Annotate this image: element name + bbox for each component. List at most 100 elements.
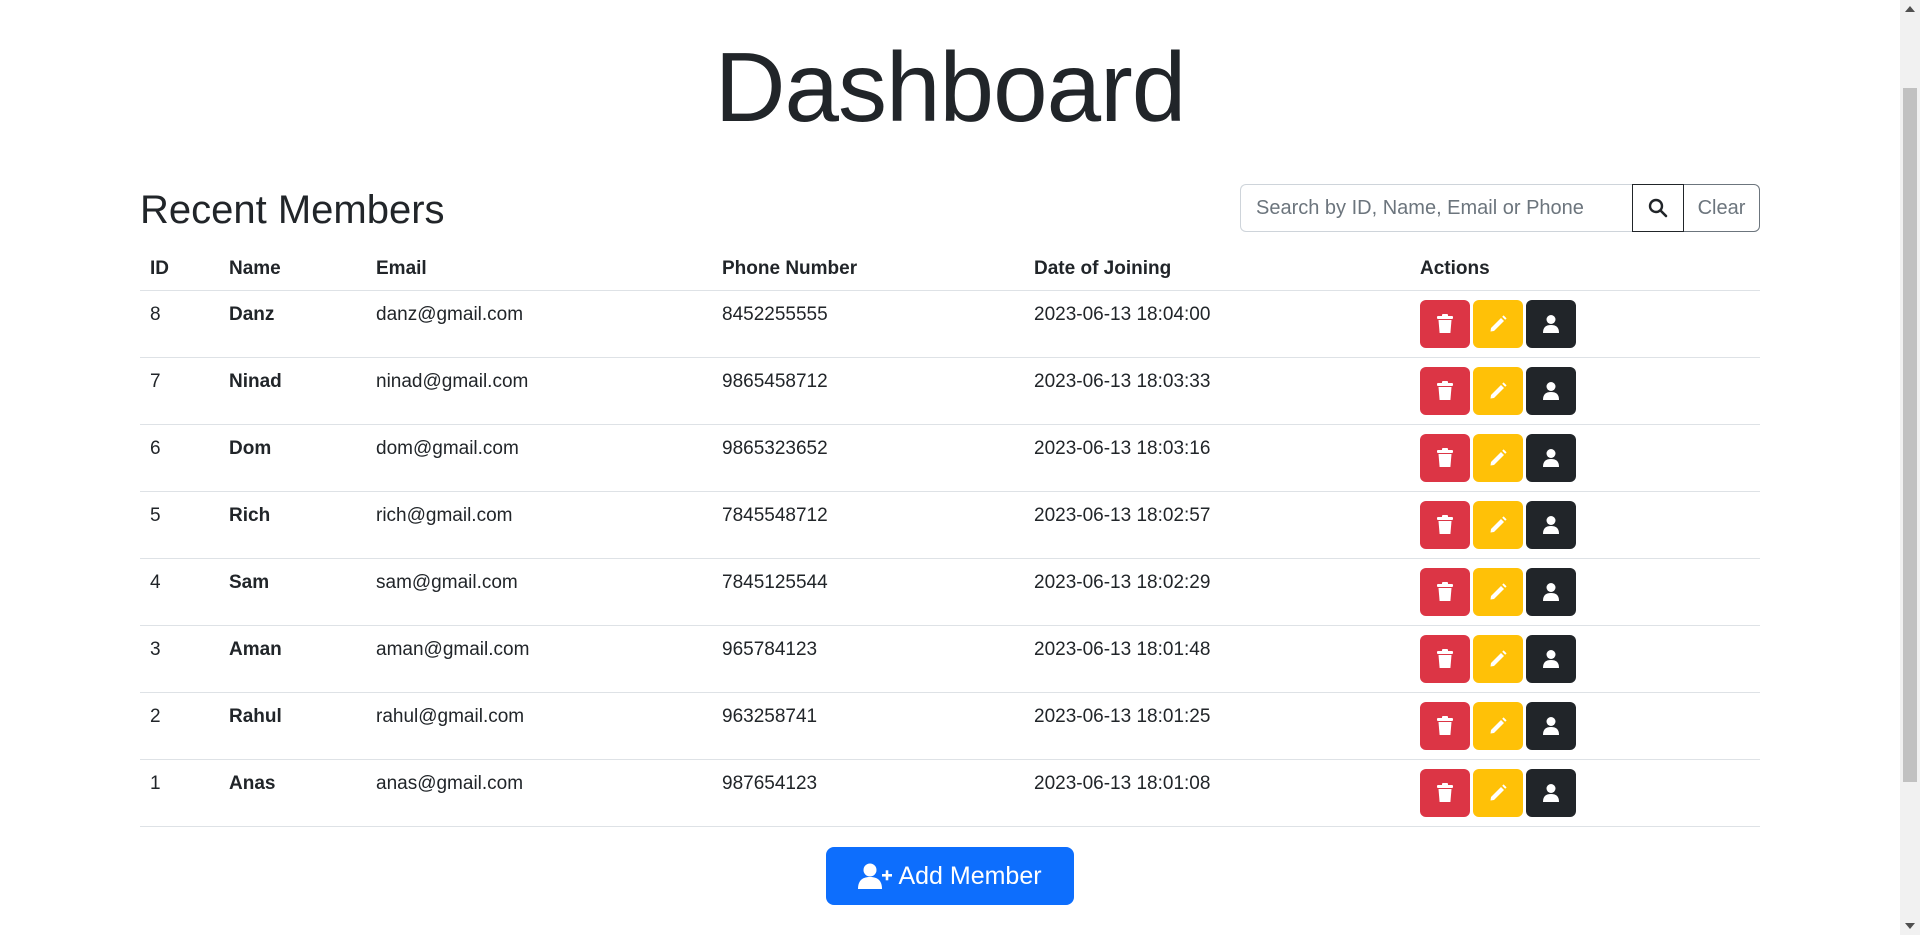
cell-phone: 963258741	[712, 692, 1024, 760]
trash-icon	[1436, 716, 1454, 736]
table-row: 8 Danz danz@gmail.com 8452255555 2023-06-13 …	[140, 290, 1760, 358]
table-row: 6 Dom dom@gmail.com 9865323652 2023-06-13 18…	[140, 424, 1760, 492]
cell-id: 1	[140, 759, 219, 827]
clear-button[interactable]: Clear	[1684, 184, 1760, 232]
add-member-label: Add Member	[898, 861, 1042, 890]
scroll-up-arrow-icon[interactable]	[1905, 6, 1915, 12]
trash-icon	[1436, 448, 1454, 468]
user-icon	[1542, 649, 1560, 669]
cell-name: Danz	[219, 290, 366, 358]
cell-email: rich@gmail.com	[366, 491, 712, 559]
header-phone: Phone Number	[712, 248, 1024, 291]
header-date: Date of Joining	[1024, 248, 1410, 291]
add-member-wrap: Add Member	[140, 847, 1760, 905]
view-profile-button[interactable]	[1526, 568, 1576, 616]
cell-phone: 987654123	[712, 759, 1024, 827]
cell-id: 4	[140, 558, 219, 626]
view-profile-button[interactable]	[1526, 635, 1576, 683]
cell-phone: 7845548712	[712, 491, 1024, 559]
view-profile-button[interactable]	[1526, 501, 1576, 549]
search-icon	[1648, 198, 1668, 218]
main-container: Dashboard Recent Members Clear ID Name E…	[140, 0, 1760, 905]
delete-button[interactable]	[1420, 501, 1470, 549]
scroll-down-arrow-icon[interactable]	[1905, 923, 1915, 929]
page-title: Dashboard	[714, 32, 1186, 142]
cell-email: anas@gmail.com	[366, 759, 712, 827]
header-id: ID	[140, 248, 219, 291]
table-row: 1 Anas anas@gmail.com 987654123 2023-06-13 1…	[140, 759, 1760, 827]
pencil-icon	[1488, 448, 1508, 468]
cell-name: Sam	[219, 558, 366, 626]
cell-date: 2023-06-13 18:03:16	[1024, 424, 1410, 492]
cell-id: 2	[140, 692, 219, 760]
search-button[interactable]	[1632, 184, 1684, 232]
pencil-icon	[1488, 783, 1508, 803]
user-icon	[1542, 448, 1560, 468]
cell-date: 2023-06-13 18:02:57	[1024, 491, 1410, 559]
cell-phone: 965784123	[712, 625, 1024, 693]
cell-phone: 9865458712	[712, 357, 1024, 425]
user-icon	[1542, 515, 1560, 535]
delete-button[interactable]	[1420, 367, 1470, 415]
user-icon	[1542, 381, 1560, 401]
trash-icon	[1436, 582, 1454, 602]
pencil-icon	[1488, 314, 1508, 334]
cell-id: 5	[140, 491, 219, 559]
delete-button[interactable]	[1420, 568, 1470, 616]
cell-actions	[1410, 558, 1760, 626]
edit-button[interactable]	[1473, 300, 1523, 348]
delete-button[interactable]	[1420, 769, 1470, 817]
edit-button[interactable]	[1473, 434, 1523, 482]
edit-button[interactable]	[1473, 367, 1523, 415]
table-header-row: ID Name Email Phone Number Date of Joini…	[140, 248, 1760, 291]
view-profile-button[interactable]	[1526, 702, 1576, 750]
delete-button[interactable]	[1420, 702, 1470, 750]
cell-name: Aman	[219, 625, 366, 693]
cell-date: 2023-06-13 18:03:33	[1024, 357, 1410, 425]
pencil-icon	[1488, 515, 1508, 535]
cell-email: ninad@gmail.com	[366, 357, 712, 425]
cell-name: Rahul	[219, 692, 366, 760]
table-row: 5 Rich rich@gmail.com 7845548712 2023-06-13 …	[140, 491, 1760, 559]
view-profile-button[interactable]	[1526, 300, 1576, 348]
view-profile-button[interactable]	[1526, 769, 1576, 817]
cell-email: rahul@gmail.com	[366, 692, 712, 760]
delete-button[interactable]	[1420, 300, 1470, 348]
edit-button[interactable]	[1473, 769, 1523, 817]
scrollbar[interactable]	[1900, 0, 1920, 935]
table-row: 3 Aman aman@gmail.com 965784123 2023-06-13 1…	[140, 625, 1760, 693]
table-row: 4 Sam sam@gmail.com 7845125544 2023-06-13 18…	[140, 558, 1760, 626]
view-profile-button[interactable]	[1526, 434, 1576, 482]
add-member-button[interactable]: Add Member	[826, 847, 1074, 905]
cell-phone: 7845125544	[712, 558, 1024, 626]
edit-button[interactable]	[1473, 635, 1523, 683]
scrollbar-thumb[interactable]	[1903, 88, 1917, 782]
edit-button[interactable]	[1473, 702, 1523, 750]
cell-email: sam@gmail.com	[366, 558, 712, 626]
pencil-icon	[1488, 716, 1508, 736]
cell-date: 2023-06-13 18:01:08	[1024, 759, 1410, 827]
cell-actions	[1410, 424, 1760, 492]
view-profile-button[interactable]	[1526, 367, 1576, 415]
cell-name: Anas	[219, 759, 366, 827]
cell-id: 3	[140, 625, 219, 693]
cell-email: danz@gmail.com	[366, 290, 712, 358]
delete-button[interactable]	[1420, 635, 1470, 683]
edit-button[interactable]	[1473, 568, 1523, 616]
delete-button[interactable]	[1420, 434, 1470, 482]
search-group: Clear	[1240, 184, 1760, 232]
search-input[interactable]	[1240, 184, 1632, 232]
cell-name: Rich	[219, 491, 366, 559]
cell-phone: 9865323652	[712, 424, 1024, 492]
trash-icon	[1436, 515, 1454, 535]
header-email: Email	[366, 248, 712, 291]
cell-actions	[1410, 357, 1760, 425]
cell-id: 7	[140, 357, 219, 425]
edit-button[interactable]	[1473, 501, 1523, 549]
cell-email: dom@gmail.com	[366, 424, 712, 492]
cell-actions	[1410, 759, 1760, 827]
user-icon	[1542, 314, 1560, 334]
trash-icon	[1436, 783, 1454, 803]
user-icon	[1542, 716, 1560, 736]
cell-phone: 8452255555	[712, 290, 1024, 358]
